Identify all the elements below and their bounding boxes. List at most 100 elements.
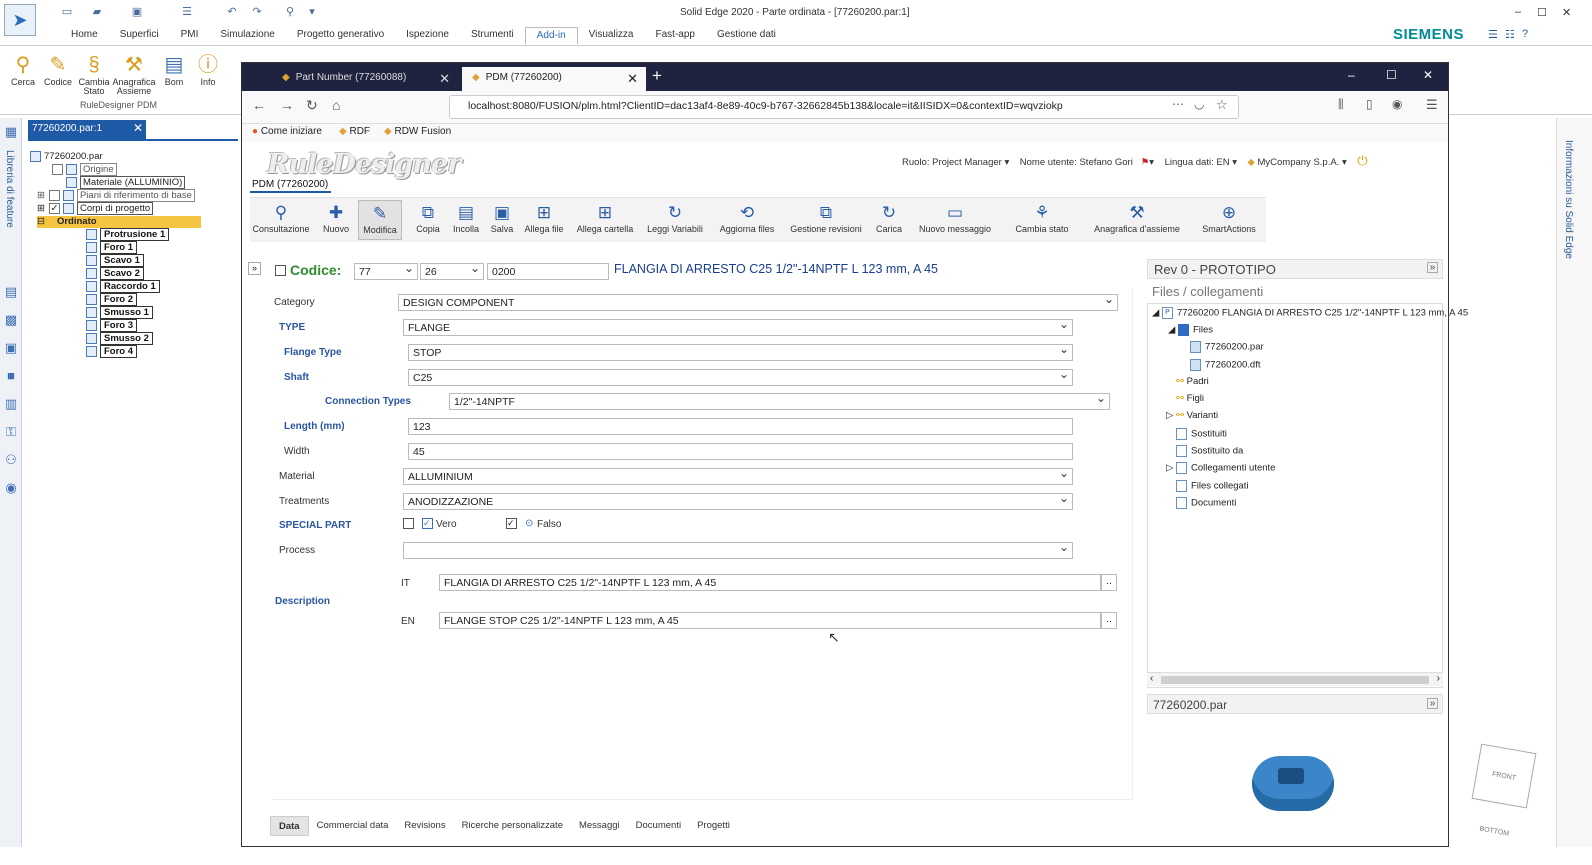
tree-feature[interactable]: Scavo 2 (86, 267, 144, 281)
tree-origin[interactable]: Origine (52, 163, 117, 177)
browser-minimize-icon[interactable]: – (1348, 68, 1355, 82)
shaft-select[interactable]: C25 (408, 369, 1073, 386)
tab-progetto-generativo[interactable]: Progetto generativo (286, 27, 395, 45)
close-tab-icon[interactable]: ✕ (439, 71, 450, 87)
tree-feature[interactable]: Foro 2 (86, 293, 138, 307)
quick-access-dropdown-icon[interactable]: ▾ (305, 5, 319, 19)
network-icon[interactable]: ⚇ (3, 452, 19, 468)
length-input[interactable]: 123 (408, 418, 1073, 435)
incolla-button[interactable]: ▤ Incolla (448, 200, 484, 240)
falso-radio-icon[interactable]: ⊙ (525, 518, 533, 529)
description-it-input[interactable]: FLANGIA DI ARRESTO C25 1/2"-14NPTF L 123… (439, 574, 1101, 591)
code-part1-select[interactable]: 77 (354, 263, 418, 280)
copia-button[interactable]: ⧉ Copia (410, 200, 446, 240)
library-icon[interactable]: ▦ (3, 124, 19, 140)
tab-documenti[interactable]: Documenti (628, 816, 689, 836)
tab-messaggi[interactable]: Messaggi (571, 816, 628, 836)
flange-type-select[interactable]: STOP (408, 344, 1073, 361)
special-part-checkbox[interactable] (403, 518, 414, 529)
smartactions-button[interactable]: ⊕ SmartActions (1196, 200, 1262, 240)
new-tab-button[interactable]: + (652, 66, 662, 86)
expand-panel-button[interactable]: » (248, 262, 261, 275)
bom-button[interactable]: ▤ Bom (160, 52, 188, 87)
nuovo-button[interactable]: ✚ Nuovo (318, 200, 354, 240)
carica-button[interactable]: ↻ Carica (872, 200, 906, 240)
description-en-more-button[interactable]: .. (1101, 612, 1117, 629)
tree-feature[interactable]: Smusso 1 (86, 306, 153, 320)
bookmark-rdf[interactable]: ◆ RDF (339, 126, 370, 137)
tree-ordered[interactable]: ⊟ Ordinato (37, 216, 201, 228)
browser-tab-pdm[interactable]: ◆ PDM (77260200) ✕ (462, 67, 646, 91)
process-select[interactable] (403, 542, 1073, 559)
home-icon[interactable]: ⌂ (332, 97, 340, 113)
pdm-tab[interactable]: PDM (77260200) (250, 179, 332, 193)
treatments-select[interactable]: ANODIZZAZIONE (403, 493, 1073, 510)
connection-types-select[interactable]: 1/2"-14NPTF (449, 393, 1110, 410)
help-icon[interactable]: ? (1522, 28, 1528, 40)
power-icon[interactable]: ⏻ (1357, 153, 1367, 168)
files-item-figli[interactable]: ⚯ Figli (1176, 393, 1204, 405)
files-item-sostituiti[interactable]: Sostituiti (1176, 428, 1227, 441)
reload-icon[interactable]: ↻ (306, 97, 318, 114)
description-en-input[interactable]: FLANGE STOP C25 1/2"-14NPTF L 123 mm, A … (439, 612, 1101, 629)
file-dft[interactable]: 77260200.dft (1190, 359, 1260, 372)
account-icon[interactable]: ◉ (1392, 97, 1402, 111)
files-item-documenti[interactable]: Documenti (1176, 497, 1236, 510)
key-icon[interactable]: ⚿ (3, 424, 19, 440)
uk-flag-icon[interactable]: ⚑ (1141, 157, 1150, 168)
menu-icon[interactable]: ☰ (1426, 97, 1438, 113)
cambia-stato-button[interactable]: ⚘ Cambia stato (1008, 200, 1076, 240)
collapse-icon[interactable]: » (1427, 698, 1438, 709)
codice-button[interactable]: ✎ Codice (43, 52, 73, 87)
tree-feature[interactable]: Foro 4 (86, 345, 138, 359)
pocket-icon[interactable]: ◡ (1194, 97, 1204, 111)
bookmark-rdw-fusion[interactable]: ◆ RDW Fusion (384, 126, 451, 137)
save-icon[interactable]: ▣ (130, 5, 144, 19)
tab-superfici[interactable]: Superfici (109, 27, 170, 45)
table-icon[interactable]: ▥ (3, 396, 19, 412)
sidebar-icon[interactable]: ▯ (1366, 97, 1373, 111)
files-tree-root[interactable]: ◢ P 77260200 FLANGIA DI ARRESTO C25 1/2"-… (1152, 307, 1468, 320)
nuovo-messaggio-button[interactable]: ▭ Nuovo messaggio (910, 200, 1000, 240)
files-item-varianti[interactable]: ▷ ⚯ Varianti (1166, 410, 1218, 422)
open-folder-icon[interactable]: ▰ (90, 5, 104, 19)
tree-planes[interactable]: ⊞ Piani di riferimento di base (37, 189, 195, 203)
aggiorna-files-button[interactable]: ⟲ Aggiorna files (714, 200, 780, 240)
display-icon[interactable]: ▣ (3, 340, 19, 356)
list-icon[interactable]: ☰ (180, 5, 194, 19)
target-icon[interactable]: ◉ (3, 480, 19, 496)
files-scrollbar[interactable]: ‹ › (1147, 672, 1443, 686)
layers-icon[interactable]: ▤ (3, 284, 19, 300)
tree-feature[interactable]: Protrusione 1 (86, 228, 170, 242)
tab-commercial-data[interactable]: Commercial data (309, 816, 397, 836)
file-par[interactable]: 77260200.par (1190, 341, 1264, 354)
description-it-more-button[interactable]: .. (1101, 574, 1117, 591)
leggi-variabili-button[interactable]: ↻ Leggi Variabili (642, 200, 708, 240)
language-dropdown[interactable]: EN (1216, 157, 1229, 168)
tree-feature[interactable]: Smusso 2 (86, 332, 153, 346)
width-input[interactable]: 45 (408, 443, 1073, 460)
solid-edge-app-icon[interactable]: ➤ (4, 4, 36, 36)
salva-button[interactable]: ▣ Salva (486, 200, 518, 240)
close-tab-icon[interactable]: ✕ (627, 71, 638, 87)
cerca-button[interactable]: ⚲ Cerca (8, 52, 38, 87)
consultazione-button[interactable]: ⚲ Consultazione (250, 200, 312, 240)
tree-material[interactable]: Materiale (ALLUMINIO) (66, 176, 186, 190)
tab-fast-app[interactable]: Fast-app (645, 27, 706, 45)
files-item-sostituito-da[interactable]: Sostituito da (1176, 445, 1243, 458)
tree-feature[interactable]: Scavo 1 (86, 254, 144, 268)
tab-home[interactable]: Home (60, 27, 109, 45)
files-item-collegamenti-utente[interactable]: ▷ Collegamenti utente (1166, 462, 1275, 475)
falso-checkbox[interactable]: ✓ (506, 518, 517, 529)
grid-icon[interactable]: ▩ (3, 312, 19, 328)
codice-checkbox[interactable] (275, 265, 286, 276)
tab-revisions[interactable]: Revisions (396, 816, 453, 836)
tab-data[interactable]: Data (270, 816, 309, 836)
maximize-icon[interactable]: ☐ (1537, 6, 1547, 19)
bookmark-star-icon[interactable]: ☆ (1216, 97, 1228, 113)
forward-icon[interactable]: → (280, 97, 294, 113)
anagrafica-assieme-button[interactable]: ⚒ Anagrafica d'assieme (1086, 200, 1188, 240)
tab-add-in[interactable]: Add-in (524, 27, 578, 45)
tab-simulazione[interactable]: Simulazione (209, 27, 285, 45)
tab-visualizza[interactable]: Visualizza (578, 27, 645, 45)
